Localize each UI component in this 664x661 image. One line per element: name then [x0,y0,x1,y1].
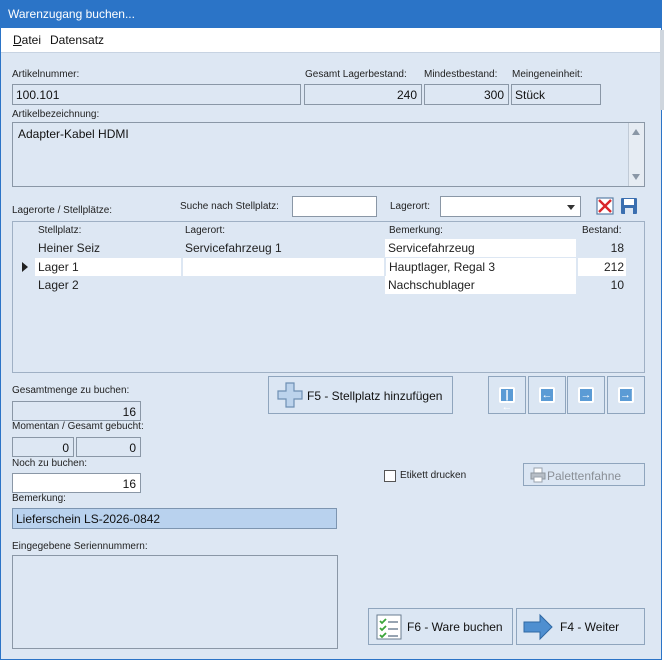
description-scrollbar[interactable] [628,123,644,186]
header-stellplatz[interactable]: Stellplatz: [38,225,81,236]
first-record-icon: |← [499,387,515,413]
cell-lagerort[interactable] [183,258,384,276]
gesamt-lagerbestand-field[interactable]: 240 [304,84,422,105]
label-etikett-drucken[interactable]: Etikett drucken [400,470,466,481]
artikelnummer-field[interactable]: 100.101 [12,84,301,105]
label-artikelnummer: Artikelnummer: [12,69,80,80]
noch-zu-buchen-value: 16 [122,477,136,491]
header-lagerort[interactable]: Lagerort: [185,225,225,236]
add-stellplatz-button[interactable]: F5 - Stellplatz hinzufügen [268,376,453,414]
gesamtmenge-value: 16 [122,405,136,419]
chevron-down-icon [567,205,575,210]
menu-datei-rest: atei [21,33,42,47]
bemerkung-value: Lieferschein LS-2026-0842 [16,512,161,526]
label-momentan-gesamt: Momentan / Gesamt gebucht: [12,421,144,432]
menu-datei-accel: D [13,33,22,47]
mindestbestand-value: 300 [483,88,504,102]
artikelbezeichnung-value: Adapter-Kabel HDMI [18,127,129,141]
artikelnummer-value: 100.101 [16,88,60,102]
menu-bar: Datei Datensatz [1,28,661,53]
cell-bestand[interactable]: 10 [578,276,626,294]
current-row-arrow-icon [22,262,28,272]
last-record-icon: →| [618,387,635,403]
label-gesamtmenge: Gesamtmenge zu buchen: [12,385,130,396]
momentan-field[interactable]: 0 [12,437,74,457]
label-noch-zu-buchen: Noch zu buchen: [12,458,88,469]
label-seriennummern: Eingegebene Seriennummern: [12,541,148,552]
printer-icon [530,467,546,483]
cell-stellplatz[interactable]: Heiner Seiz [35,239,182,257]
label-mengeneinheit: Meingeneinheit: [512,69,583,80]
window-title: Warenzugang buchen... [8,7,135,21]
next-record-button[interactable]: → [567,376,605,414]
weiter-label: F4 - Weiter [560,620,620,634]
label-lagerorte: Lagerorte / Stellplätze: [12,205,113,216]
weiter-button[interactable]: F4 - Weiter [516,608,645,645]
scroll-up-icon[interactable] [632,129,640,135]
stellplatz-table[interactable]: Stellplatz: Lagerort: Bemerkung: Bestand… [12,221,645,373]
gesamt-gebucht-field[interactable]: 0 [76,437,141,457]
outer-scrollbar[interactable] [660,30,664,110]
main-window: Warenzugang buchen... Datei Datensatz Ar… [0,0,662,660]
bemerkung-input[interactable]: Lieferschein LS-2026-0842 [12,508,337,529]
previous-record-button[interactable]: ← [528,376,566,414]
table-row[interactable]: Lager 2 Nachschublager 10 [13,276,644,294]
row-selector[interactable] [13,276,35,294]
cell-bemerkung[interactable]: Nachschublager [385,276,576,294]
gesamt-gebucht-value: 0 [129,441,136,455]
gesamt-lagerbestand-value: 240 [396,88,417,102]
last-record-button[interactable]: →| [607,376,645,414]
table-row[interactable]: Heiner Seiz Servicefahrzeug 1 Servicefah… [13,239,644,257]
arrow-right-icon: → [578,387,594,403]
label-lagerort: Lagerort: [390,201,431,212]
cell-bestand[interactable]: 212 [578,258,626,276]
delete-record-icon[interactable] [596,197,614,215]
mengeneinheit-field[interactable]: Stück [511,84,601,105]
lagerort-dropdown[interactable] [440,196,581,217]
momentan-value: 0 [62,441,69,455]
first-record-button[interactable]: |← [488,376,526,414]
etikett-checkbox[interactable] [384,470,396,482]
label-gesamt-lagerbestand: Gesamt Lagerbestand: [305,69,407,80]
ware-buchen-button[interactable]: F6 - Ware buchen [368,608,513,645]
label-mindestbestand: Mindestbestand: [424,69,498,80]
table-row[interactable]: Lager 1 Hauptlager, Regal 3 212 [13,258,644,276]
gesamtmenge-field[interactable]: 16 [12,401,141,421]
cell-bemerkung[interactable]: Hauptlager, Regal 3 [386,258,576,276]
ware-buchen-label: F6 - Ware buchen [407,620,503,634]
stellplatz-search-input[interactable] [292,196,377,217]
palettenfahne-button[interactable]: Palettenfahne [523,463,645,486]
cell-stellplatz[interactable]: Lager 1 [35,258,181,276]
cell-stellplatz[interactable]: Lager 2 [35,276,182,294]
artikelbezeichnung-textarea[interactable]: Adapter-Kabel HDMI [12,122,645,187]
title-bar[interactable]: Warenzugang buchen... [1,0,661,28]
header-bemerkung[interactable]: Bemerkung: [389,225,443,236]
label-bemerkung: Bemerkung: [12,493,66,504]
menu-datei[interactable]: Datei [13,33,41,47]
row-selector[interactable] [13,239,35,257]
label-artikelbezeichnung: Artikelbezeichnung: [12,109,100,120]
arrow-left-icon: ← [539,387,555,403]
plus-icon [277,382,303,408]
header-bestand[interactable]: Bestand: [582,225,621,236]
arrow-right-big-icon [523,613,553,641]
scroll-down-icon[interactable] [632,174,640,180]
checklist-icon [376,614,402,640]
cell-bestand[interactable]: 18 [578,239,626,257]
cell-bemerkung[interactable]: Servicefahrzeug [385,239,576,257]
mengeneinheit-value: Stück [515,88,546,102]
cell-lagerort[interactable]: Servicefahrzeug 1 [182,239,385,257]
menu-datensatz[interactable]: Datensatz [50,33,104,47]
label-suche-stellplatz: Suche nach Stellplatz: [180,201,279,212]
add-stellplatz-label: F5 - Stellplatz hinzufügen [307,389,443,403]
row-selector[interactable] [13,258,35,276]
save-disk-icon[interactable] [620,197,638,215]
mindestbestand-field[interactable]: 300 [424,84,509,105]
palettenfahne-label: Palettenfahne [547,469,622,483]
seriennummern-list[interactable] [12,555,338,649]
cell-lagerort[interactable] [182,276,385,294]
noch-zu-buchen-input[interactable]: 16 [12,473,141,493]
table-header: Stellplatz: Lagerort: Bemerkung: Bestand… [13,222,644,239]
